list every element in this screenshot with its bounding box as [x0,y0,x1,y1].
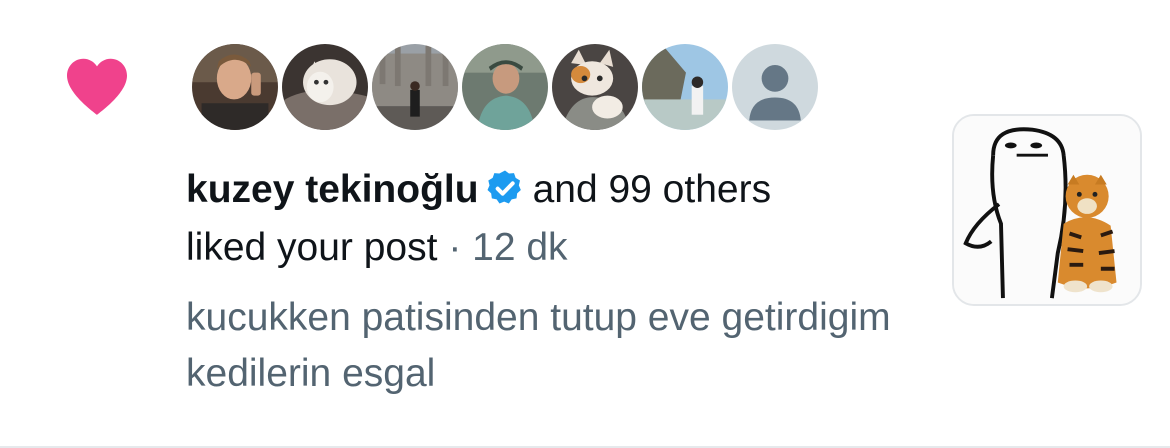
others-count-link[interactable]: and 99 others [533,168,772,211]
verified-badge-icon [487,170,521,204]
avatar[interactable] [368,40,462,134]
man-with-cap-icon [462,44,548,130]
avatar[interactable] [188,40,282,134]
post-thumbnail[interactable] [952,114,1142,306]
woman-beach-icon [642,44,728,130]
action-line: liked your post · 12 dk [186,222,568,274]
meme-character-with-tiger-icon [954,116,1140,304]
notification-headline: kuzey tekinoğlu and 99 others [186,164,771,216]
avatar[interactable] [548,40,642,134]
like-notification[interactable]: kuzey tekinoğlu and 99 others liked your… [0,0,1170,448]
post-preview-text[interactable]: kucukken patisinden tutup eve getirdigim… [186,290,906,402]
user-name-link[interactable]: kuzey tekinoğlu [186,168,479,211]
separator-dot: · [448,226,462,269]
cat-held-icon [552,44,638,130]
avatar[interactable] [278,40,372,134]
man-on-phone-icon [192,44,278,130]
avatar[interactable] [458,40,552,134]
heart-icon [67,58,127,115]
timestamp: 12 dk [472,226,568,269]
cat-on-blanket-icon [282,44,368,130]
avatar-default-placeholder[interactable] [728,40,822,134]
action-text: liked your post [186,226,438,269]
default-avatar-icon [732,44,818,130]
woman-cathedral-icon [372,44,458,130]
avatar[interactable] [638,40,732,134]
liker-avatars [188,40,822,134]
